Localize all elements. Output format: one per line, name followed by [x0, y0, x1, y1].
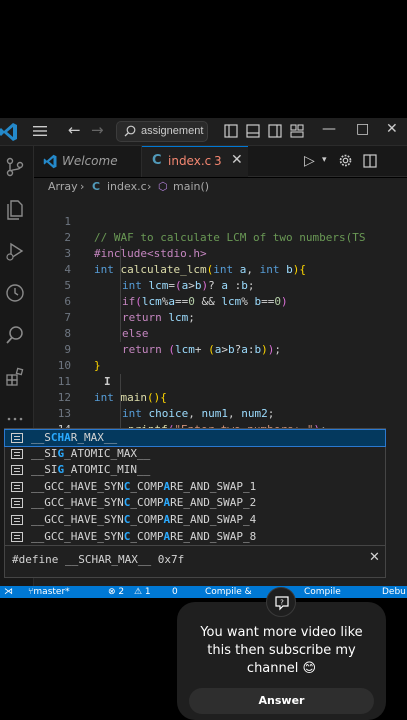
- search-icon: [124, 125, 136, 137]
- suggestion-item[interactable]: __SCHAR_MAX__: [4, 429, 386, 447]
- suggestion-widget: __SCHAR_MAX__ __SIG_ATOMIC_MAX__ __SIG_A…: [4, 428, 386, 546]
- toggle-secondary-sidebar-icon[interactable]: [268, 124, 282, 138]
- constant-icon: [11, 433, 23, 443]
- code-line: 9 } I: [34, 326, 407, 388]
- constant-icon: [11, 449, 23, 459]
- source-control-icon[interactable]: [4, 156, 26, 178]
- status-bar: ⋊ ⑂ master* ⊗ 2 ⚠ 1 0 Compile & Compile …: [0, 586, 407, 598]
- warnings-count[interactable]: ⚠ 1: [134, 586, 151, 598]
- chevron-down-icon[interactable]: ▾: [322, 155, 327, 165]
- minimize-icon[interactable]: —: [322, 121, 336, 137]
- suggestion-item[interactable]: __SIG_ATOMIC_MAX__: [5, 446, 385, 462]
- breadcrumb-file[interactable]: index.c: [107, 180, 147, 193]
- code-line: 3 int calculate_lcm(int a, int b){: [34, 230, 407, 276]
- c-language-icon: C: [152, 153, 162, 168]
- timeline-history-icon[interactable]: [4, 282, 26, 304]
- code-line: 7 else: [34, 294, 407, 340]
- constant-icon: [11, 482, 23, 492]
- suggestion-label: __SIG_ATOMIC_MAX__: [31, 447, 151, 460]
- video-letterbox-top: [0, 0, 407, 118]
- toggle-sidebar-icon[interactable]: [224, 124, 238, 138]
- breadcrumb-symbol[interactable]: main(): [173, 180, 209, 193]
- toggle-panel-icon[interactable]: [246, 124, 260, 138]
- more-dots-icon[interactable]: [4, 408, 26, 430]
- suggestion-label: __GCC_HAVE_SYNC_COMPARE_AND_SWAP_2: [31, 496, 257, 509]
- code-line: 10: [34, 342, 407, 372]
- title-bar: ← → assignement — □ ✕: [0, 118, 407, 146]
- remote-icon[interactable]: ⋊: [4, 586, 13, 598]
- suggestion-label: __SIG_ATOMIC_MIN__: [31, 463, 151, 476]
- constant-icon: [11, 465, 23, 475]
- suggestion-item[interactable]: __SIG_ATOMIC_MIN__: [5, 462, 385, 478]
- suggestion-label: __GCC_HAVE_SYNC_COMPARE_AND_SWAP_8: [31, 530, 257, 543]
- code-line: 5 if(lcm%a==0 && lcm% b==0): [34, 262, 407, 308]
- compile-button[interactable]: Compile &: [205, 586, 252, 598]
- editor-tabs: Welcome C index.c 3 ✕ ▷ ▾: [34, 146, 407, 177]
- comment-message: You want more video like this then subsc…: [200, 625, 363, 676]
- close-detail-icon[interactable]: ✕: [369, 550, 380, 565]
- constant-icon: [11, 532, 23, 542]
- breadcrumb: Array › C index.c › ⬡ main(): [34, 178, 407, 198]
- breadcrumb-separator-icon: ›: [80, 180, 85, 193]
- tab-index-c[interactable]: C index.c 3 ✕: [142, 146, 248, 177]
- code-line: 13 printf("Enter two numbers: ");: [34, 390, 407, 436]
- customize-layout-icon[interactable]: [290, 124, 304, 138]
- svg-text:?: ?: [280, 599, 284, 607]
- suggestion-label: __SCHAR_MAX__: [31, 431, 118, 444]
- constant-icon: [11, 515, 23, 525]
- code-line: 2 #include<stdio.h>: [34, 214, 407, 260]
- c-file-icon: C: [92, 180, 101, 193]
- ports-count[interactable]: 0: [172, 586, 178, 598]
- code-line: 8 return (lcm+ (a>b?a:b));: [34, 310, 407, 356]
- search-text: assignement: [141, 125, 204, 137]
- question-icon: ?: [266, 587, 296, 617]
- code-line: 12 int choice, num1, num2;: [34, 374, 407, 420]
- comment-popup: ? You want more video like this then sub…: [177, 587, 386, 720]
- hamburger-menu-icon[interactable]: [32, 123, 48, 139]
- compile-run-button[interactable]: Compile: [304, 586, 341, 598]
- maximize-icon[interactable]: □: [356, 121, 369, 137]
- vscode-tab-icon: [43, 154, 57, 169]
- code-line: 6 return lcm;: [34, 278, 407, 324]
- answer-button[interactable]: Answer: [189, 688, 374, 714]
- vscode-logo-icon: [0, 123, 17, 141]
- tab-welcome[interactable]: Welcome: [34, 146, 142, 177]
- suggestion-label: __GCC_HAVE_SYNC_COMPARE_AND_SWAP_4: [31, 513, 257, 526]
- tab-welcome-label: Welcome: [62, 154, 118, 168]
- function-cube-icon: ⬡: [158, 180, 168, 193]
- extensions-icon[interactable]: [4, 366, 26, 388]
- explorer-files-icon[interactable]: [4, 198, 26, 220]
- code-line: 14 scam: [34, 406, 407, 452]
- run-debug-icon[interactable]: [4, 240, 26, 262]
- code-line: 1 // WAF to calculate LCM of two numbers…: [34, 198, 407, 244]
- errors-count[interactable]: ⊗ 2: [108, 586, 124, 598]
- problems-count-badge: 3: [214, 154, 222, 168]
- close-tab-icon[interactable]: ✕: [231, 152, 243, 168]
- suggestion-item[interactable]: __GCC_HAVE_SYNC_COMPARE_AND_SWAP_4: [5, 512, 385, 528]
- suggestion-item[interactable]: __GCC_HAVE_SYNC_COMPARE_AND_SWAP_1: [5, 479, 385, 495]
- suggestion-detail: #define __SCHAR_MAX__ 0x7f ✕: [4, 546, 386, 578]
- breadcrumb-folder[interactable]: Array: [48, 180, 78, 193]
- debug-button[interactable]: Debu: [382, 586, 406, 598]
- close-window-icon[interactable]: ✕: [386, 121, 398, 137]
- tab-index-label: index.c: [168, 154, 212, 168]
- search-sidebar-icon[interactable]: [4, 324, 26, 346]
- code-line: 11 int main(){: [34, 358, 407, 404]
- run-play-icon[interactable]: ▷: [304, 153, 315, 169]
- branch-indicator[interactable]: ⑂ master*: [28, 586, 70, 598]
- split-editor-icon[interactable]: [363, 154, 377, 168]
- breadcrumb-separator-icon: ›: [147, 180, 152, 193]
- command-center-search[interactable]: assignement: [116, 121, 208, 142]
- back-arrow-icon[interactable]: ←: [68, 121, 81, 139]
- suggestion-label: __GCC_HAVE_SYNC_COMPARE_AND_SWAP_1: [31, 480, 257, 493]
- suggestion-item[interactable]: __GCC_HAVE_SYNC_COMPARE_AND_SWAP_8: [5, 529, 385, 545]
- gear-icon[interactable]: [338, 153, 353, 168]
- code-line: 4 int lcm=(a>b)? a :b;: [34, 246, 407, 292]
- suggestion-item[interactable]: __GCC_HAVE_SYNC_COMPARE_AND_SWAP_2: [5, 495, 385, 511]
- suggestion-detail-text: #define __SCHAR_MAX__ 0x7f: [12, 553, 185, 566]
- constant-icon: [11, 498, 23, 508]
- forward-arrow-icon[interactable]: →: [91, 121, 104, 139]
